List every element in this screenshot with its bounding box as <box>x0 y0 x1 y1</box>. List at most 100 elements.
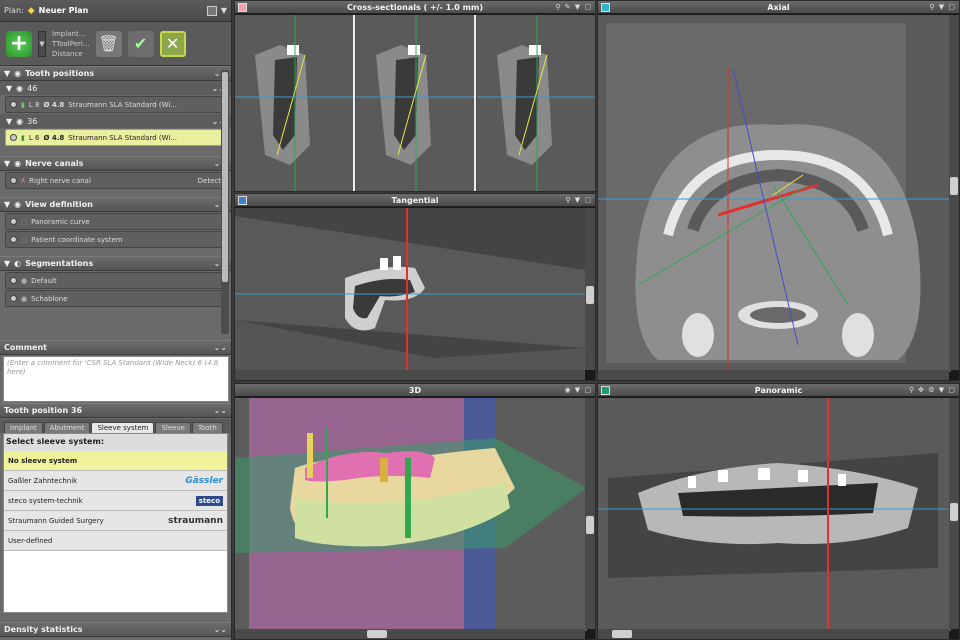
3d-view[interactable]: 3D ◉ ▼ ▢ <box>234 383 596 640</box>
segmentation-icon: ● <box>21 276 28 285</box>
patient-coordinate-label: Patient coordinate system <box>31 235 123 244</box>
view-controls[interactable]: ◉ ▼ ▢ <box>564 384 592 397</box>
visibility-icon[interactable] <box>10 218 17 225</box>
scroll-thumb[interactable] <box>586 516 594 534</box>
sleeve-option-steco[interactable]: steco system-technik steco <box>4 491 227 511</box>
eye-icon[interactable]: ◉ <box>16 117 23 126</box>
check-icon[interactable]: ✔ <box>127 30 154 57</box>
3d-image[interactable] <box>235 398 587 631</box>
segmentation-schablone-row[interactable]: ● Schablone <box>5 290 226 307</box>
tangential-scrollbar-v[interactable] <box>585 208 595 370</box>
left-panel-scrollbar[interactable] <box>221 70 229 334</box>
collapse-icon[interactable]: ▼ <box>4 159 10 168</box>
detect-button[interactable]: Detect <box>198 177 221 185</box>
tangential-image[interactable] <box>235 208 585 372</box>
density-header[interactable]: Density statistics ⌄⌄ <box>0 622 231 637</box>
sleeve-option-none[interactable]: No sleeve system <box>4 451 227 471</box>
axial-scrollbar-v[interactable] <box>949 15 959 370</box>
sleeve-option-straumann[interactable]: Straumann Guided Surgery straumann <box>4 511 227 531</box>
scroll-thumb[interactable] <box>586 286 594 304</box>
axial-scrollbar-h[interactable] <box>598 370 949 380</box>
3d-scrollbar-v[interactable] <box>585 398 595 629</box>
axial-view[interactable]: Axial ⚲ ▼ ▢ <box>597 0 960 381</box>
scroll-thumb[interactable] <box>612 630 632 638</box>
tooth-group-46[interactable]: ▼ ◉ 46 ⌄⌄ <box>0 81 231 95</box>
comment-textarea[interactable]: (Enter a comment for 'CSR SLA Standard (… <box>3 356 229 402</box>
tab-implant[interactable]: Implant <box>4 422 43 433</box>
panoramic-curve-row[interactable]: ◌ Panoramic curve <box>5 213 226 230</box>
menu-item-distance[interactable]: Distance <box>52 49 90 59</box>
sleeve-option-gassler[interactable]: Gaßler Zahntechnik Gässler <box>4 471 227 491</box>
panoramic-view[interactable]: Panoramic ⚲ ✥ ⚙ ▼ ▢ <box>597 383 960 640</box>
tab-abutment[interactable]: Abutment <box>43 422 91 433</box>
tab-sleeve-system[interactable]: Sleeve system <box>91 422 155 433</box>
tooth-position-header[interactable]: Tooth position 36 ⌄⌄ <box>0 403 231 418</box>
nerve-canals-header[interactable]: ▼ ◉ Nerve canals ⌄⌄ <box>0 156 231 171</box>
chevron-double-icon[interactable]: ⌄⌄ <box>214 625 227 634</box>
implant-row-46[interactable]: ▮ L 8 Ø 4.8 Straumann SLA Standard (Wi..… <box>5 96 226 113</box>
implant-row-36[interactable]: ▮ L 6 Ø 4.8 Straumann SLA Standard (Wi..… <box>5 129 226 146</box>
plan-checkbox[interactable] <box>206 5 217 16</box>
eye-icon[interactable]: ◉ <box>14 69 21 78</box>
comment-header[interactable]: Comment ⌄⌄ <box>0 340 231 355</box>
chevron-double-icon[interactable]: ⌄⌄ <box>214 343 227 352</box>
axial-image[interactable] <box>598 15 951 372</box>
eye-icon[interactable]: ◉ <box>14 200 21 209</box>
patient-coordinate-row[interactable]: ◌ Patient coordinate system <box>5 231 226 248</box>
chevron-double-icon[interactable]: ⌄⌄ <box>214 406 227 415</box>
3d-scrollbar-h[interactable] <box>235 629 585 639</box>
visibility-icon[interactable] <box>10 177 17 184</box>
cross-sectional-view[interactable]: Cross-sectionals ( +/- 1.0 mm) ⚲ ✎ ▼ ▢ <box>234 0 596 192</box>
menu-item-ttoolperi[interactable]: TToolPeri... <box>52 39 90 49</box>
visibility-icon[interactable] <box>10 101 17 108</box>
plan-icon: ◆ <box>27 5 35 16</box>
visibility-icon[interactable] <box>10 277 17 284</box>
scroll-thumb[interactable] <box>367 630 387 638</box>
x-arrows-icon[interactable]: ✕ <box>159 30 186 57</box>
visibility-icon[interactable] <box>10 295 17 302</box>
sleeve-option-label: Straumann Guided Surgery <box>8 516 104 525</box>
eye-icon[interactable]: ◉ <box>16 84 23 93</box>
sleeve-option-label: No sleeve system <box>8 456 78 465</box>
tangential-scrollbar-h[interactable] <box>235 370 585 380</box>
cross-sectional-titlebar: Cross-sectionals ( +/- 1.0 mm) ⚲ ✎ ▼ ▢ <box>235 1 595 14</box>
panoramic-image[interactable] <box>598 398 951 631</box>
panoramic-scrollbar-v[interactable] <box>949 398 959 629</box>
trash-icon[interactable]: 🗑 <box>95 30 122 57</box>
segmentations-header[interactable]: ▼ ◐ Segmentations ⌄⌄ <box>0 256 231 271</box>
eye-icon[interactable]: ◉ <box>14 159 21 168</box>
chevron-down-icon[interactable]: ▼ <box>38 30 46 57</box>
segmentation-default-row[interactable]: ● Default <box>5 272 226 289</box>
plan-name[interactable]: Neuer Plan <box>39 6 89 15</box>
tab-sleeve[interactable]: Sleeve <box>155 422 191 433</box>
tab-tooth[interactable]: Tooth <box>191 422 223 433</box>
nerve-canal-row[interactable]: ʎ Right nerve canal Detect <box>5 172 226 189</box>
panoramic-scrollbar-h[interactable] <box>598 629 949 639</box>
cross-sectional-image[interactable] <box>235 15 595 191</box>
cross-sectional-title: Cross-sectionals ( +/- 1.0 mm) <box>347 3 483 12</box>
sleeve-option-user-defined[interactable]: User-defined <box>4 531 227 551</box>
view-controls[interactable]: ⚲ ✎ ▼ ▢ <box>555 1 592 14</box>
menu-item-implant[interactable]: Implant... <box>52 29 90 39</box>
collapse-icon[interactable]: ▼ <box>4 200 10 209</box>
scroll-thumb[interactable] <box>222 72 228 282</box>
tooth-positions-header[interactable]: ▼ ◉ Tooth positions ⌄⌄ <box>0 66 231 81</box>
collapse-icon[interactable]: ▼ <box>4 69 10 78</box>
view-controls[interactable]: ⚲ ✥ ⚙ ▼ ▢ <box>909 384 956 397</box>
scroll-thumb[interactable] <box>950 503 958 521</box>
tangential-view[interactable]: Tangential ⚲ ▼ ▢ <box>234 193 596 381</box>
view-definition-header[interactable]: ▼ ◉ View definition ⌄⌄ <box>0 197 231 212</box>
collapse-icon[interactable]: ▼ <box>6 117 12 126</box>
eye-icon[interactable]: ◐ <box>14 259 21 268</box>
visibility-icon[interactable] <box>10 134 17 141</box>
scroll-thumb[interactable] <box>950 177 958 195</box>
view-controls[interactable]: ⚲ ▼ ▢ <box>929 1 956 14</box>
collapse-icon[interactable]: ▼ <box>4 259 10 268</box>
tooth-group-36[interactable]: ▼ ◉ 36 ⌄⌄ <box>0 114 231 128</box>
implant-icon: ▮ <box>21 133 25 142</box>
plan-dropdown-icon[interactable]: ▼ <box>221 6 227 15</box>
view-controls[interactable]: ⚲ ▼ ▢ <box>565 194 592 207</box>
collapse-icon[interactable]: ▼ <box>6 84 12 93</box>
visibility-icon[interactable] <box>10 236 17 243</box>
add-icon[interactable]: + <box>6 30 32 57</box>
